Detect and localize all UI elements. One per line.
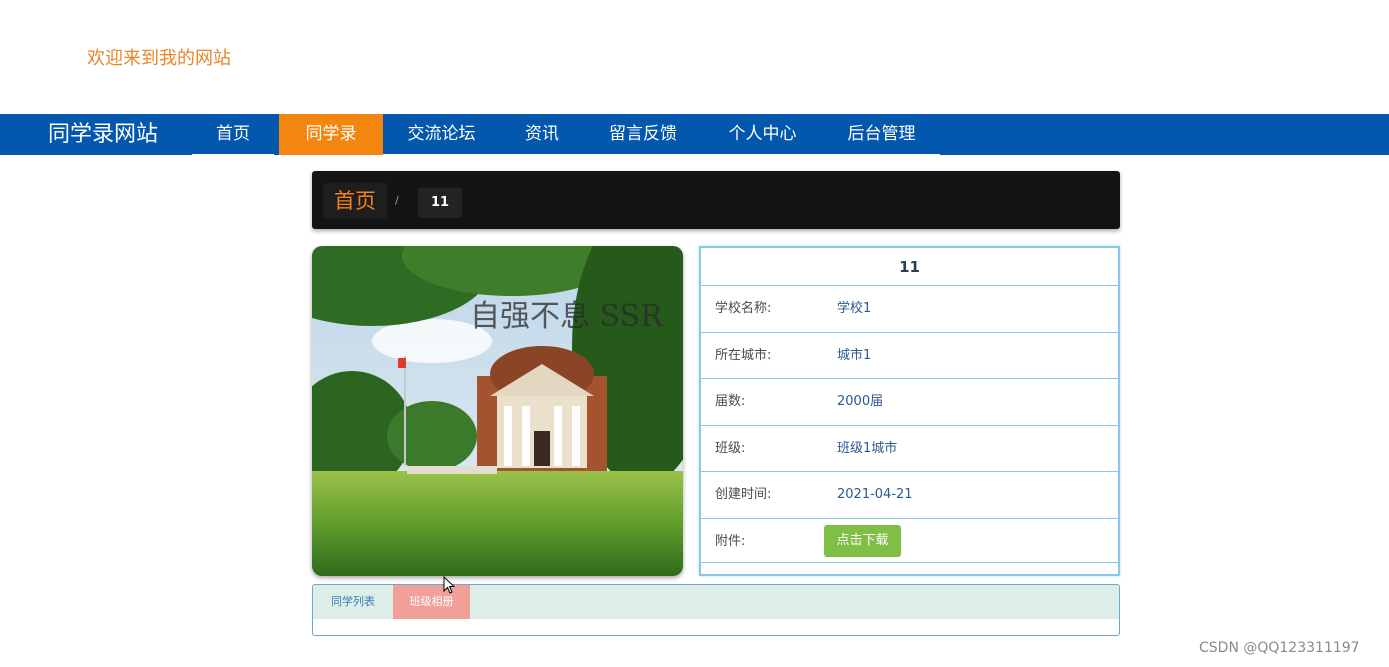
field-year: 届数: 2000届 bbox=[701, 379, 1118, 426]
download-button[interactable]: 点击下载 bbox=[824, 524, 901, 557]
nav-item-label: 后台管理 bbox=[847, 124, 916, 144]
field-attachment: 附件: 点击下载 bbox=[701, 519, 1118, 563]
breadcrumb-separator: / bbox=[395, 194, 399, 207]
nav-item-label: 同学录 bbox=[305, 124, 357, 144]
field-label: 附件: bbox=[715, 533, 746, 549]
field-value: 2000届 bbox=[837, 394, 884, 410]
school-photo: 自强不息 SSR bbox=[312, 246, 683, 576]
field-label: 届数: bbox=[715, 394, 746, 410]
tab-classmate-list[interactable]: 同学列表 bbox=[313, 585, 393, 619]
nav-item-admin[interactable]: 后台管理 bbox=[823, 114, 940, 156]
nav-underline bbox=[500, 154, 584, 156]
nav-item-label: 资讯 bbox=[525, 124, 559, 144]
site-brand[interactable]: 同学录网站 bbox=[48, 120, 158, 150]
field-label: 所在城市: bbox=[715, 347, 772, 363]
field-city: 所在城市: 城市1 bbox=[701, 333, 1118, 380]
nav-item-label: 首页 bbox=[216, 124, 250, 144]
nav-item-feedback[interactable]: 留言反馈 bbox=[584, 114, 702, 156]
detail-title: 11 bbox=[701, 248, 1118, 286]
detail-panel: 11 学校名称: 学校1 所在城市: 城市1 届数: 2000届 班级: 班级1… bbox=[699, 246, 1120, 576]
nav-underline bbox=[383, 154, 500, 156]
mouse-cursor-icon bbox=[443, 576, 455, 594]
field-value: 2021-04-21 bbox=[837, 487, 913, 503]
watermark-text: CSDN @QQ123311197 bbox=[1199, 640, 1360, 656]
tab-bar: 同学列表 班级相册 bbox=[313, 585, 1119, 619]
nav-underline bbox=[823, 154, 940, 156]
nav-item-label: 交流论坛 bbox=[407, 124, 476, 144]
tab-class-album[interactable]: 班级相册 bbox=[393, 585, 470, 619]
field-school: 学校名称: 学校1 bbox=[701, 286, 1118, 333]
nav-item-classmates[interactable]: 同学录 bbox=[279, 114, 383, 155]
field-value: 学校1 bbox=[837, 301, 872, 316]
breadcrumb: 首页 / 11 bbox=[312, 171, 1120, 229]
field-label: 班级: bbox=[715, 440, 746, 456]
campus-illustration: 自强不息 SSR bbox=[312, 246, 683, 576]
nav-item-home[interactable]: 首页 bbox=[192, 114, 274, 156]
nav-item-label: 个人中心 bbox=[728, 124, 797, 144]
nav-item-forum[interactable]: 交流论坛 bbox=[383, 114, 500, 156]
calligraphy-text: 自强不息 SSR bbox=[470, 299, 664, 334]
tabs-panel: 同学列表 班级相册 bbox=[312, 584, 1120, 636]
nav-item-profile[interactable]: 个人中心 bbox=[702, 114, 823, 156]
welcome-text: 欢迎来到我的网站 bbox=[87, 48, 231, 69]
field-created: 创建时间: 2021-04-21 bbox=[701, 472, 1118, 519]
nav-underline bbox=[192, 154, 274, 156]
nav-underline bbox=[702, 154, 823, 156]
nav-underline bbox=[584, 154, 702, 156]
field-value: 班级1城市 bbox=[837, 440, 898, 456]
field-value: 城市1 bbox=[837, 347, 872, 363]
field-class: 班级: 班级1城市 bbox=[701, 426, 1118, 473]
nav-item-label: 留言反馈 bbox=[609, 124, 677, 144]
breadcrumb-home-link[interactable]: 首页 bbox=[323, 183, 387, 219]
breadcrumb-current: 11 bbox=[418, 188, 463, 218]
nav-item-news[interactable]: 资讯 bbox=[500, 114, 584, 156]
field-label: 学校名称: bbox=[715, 301, 772, 316]
field-label: 创建时间: bbox=[715, 487, 772, 503]
main-navbar: 同学录网站 首页 同学录 交流论坛 资讯 留言反馈 个人中心 后台管理 bbox=[0, 114, 1389, 156]
